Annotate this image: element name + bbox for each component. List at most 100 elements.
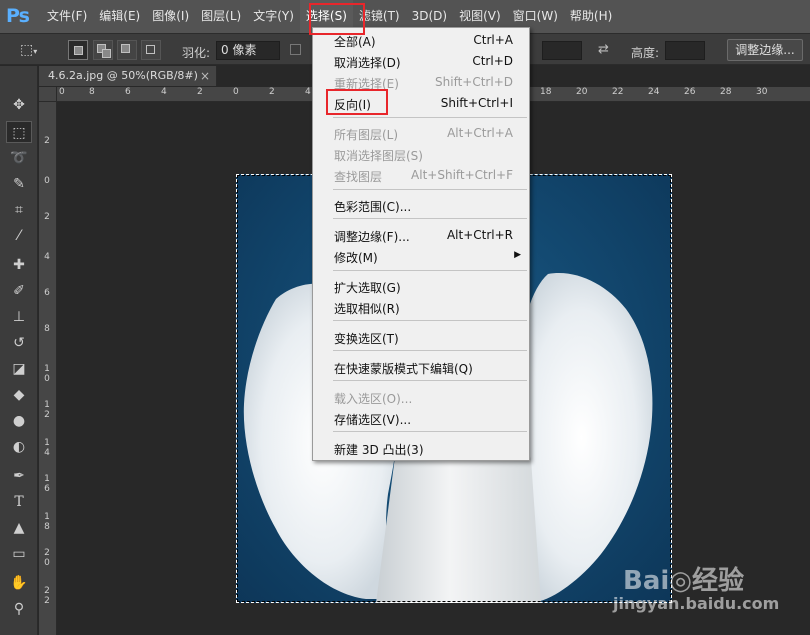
- eraser-tool-icon[interactable]: ◪: [6, 358, 32, 380]
- highlight-inverse-item: [326, 89, 388, 115]
- menu-item-refine-edge[interactable]: 调整边缘(F)... Alt+Ctrl+R: [313, 225, 529, 245]
- ruler-h-label: 6: [125, 87, 131, 97]
- toolbox: ✥ ⬚ ➰ ✎ ⌗ ⁄ ✚ ✐ ⊥ ↺ ◪ ◆ ● ◐ ✒ T ▲ ▭ ✋ ⚲: [0, 66, 38, 635]
- eyedropper-tool-icon[interactable]: ⁄: [6, 225, 32, 247]
- menu-item-all-layers[interactable]: 所有图层(L) Alt+Ctrl+A: [313, 123, 529, 143]
- ruler-v-label: 10: [44, 364, 50, 384]
- intersect-selection-button[interactable]: [141, 40, 161, 60]
- menu-help[interactable]: 帮助(H): [564, 0, 618, 33]
- zoom-tool-icon[interactable]: ⚲: [6, 598, 32, 620]
- ruler-v-label: 20: [44, 548, 50, 568]
- close-tab-icon[interactable]: ×: [200, 66, 210, 86]
- menu-separator: [333, 431, 527, 432]
- healing-brush-tool-icon[interactable]: ✚: [6, 254, 32, 276]
- lasso-tool-icon[interactable]: ➰: [6, 147, 32, 169]
- add-to-selection-button[interactable]: [93, 40, 113, 60]
- watermark-brand: Bai◎经验: [623, 566, 744, 596]
- ruler-h-label: 30: [756, 87, 768, 97]
- menu-item-modify[interactable]: 修改(M) ▶: [313, 246, 529, 266]
- menu-item-grow[interactable]: 扩大选取(G): [313, 276, 529, 296]
- ruler-h-label: 20: [576, 87, 588, 97]
- height-label: 高度:: [631, 46, 660, 60]
- menu-item-deselect-layers[interactable]: 取消选择图层(S): [313, 144, 529, 164]
- menu-item-save-selection[interactable]: 存储选区(V)...: [313, 408, 529, 428]
- ruler-h-label: 8: [89, 87, 95, 97]
- ruler-v-label: 18: [44, 512, 50, 532]
- ruler-v-label: 2: [44, 212, 50, 222]
- ruler-v-label: 4: [44, 252, 50, 262]
- move-tool-icon[interactable]: ✥: [6, 94, 32, 116]
- menu-separator: [333, 270, 527, 271]
- feather-input[interactable]: 0 像素: [216, 41, 280, 60]
- crop-tool-icon[interactable]: ⌗: [6, 199, 32, 221]
- type-tool-icon[interactable]: T: [6, 491, 32, 513]
- ruler-h-label: 4: [161, 87, 167, 97]
- brush-tool-icon[interactable]: ✐: [6, 280, 32, 302]
- intersect-selection-icon: [146, 45, 155, 54]
- dodge-tool-icon[interactable]: ◐: [6, 436, 32, 458]
- highlight-select-menu: [309, 3, 365, 35]
- menu-item-color-range[interactable]: 色彩范围(C)...: [313, 195, 529, 215]
- ruler-v-label: 6: [44, 288, 50, 298]
- ruler-h-label: 2: [197, 87, 203, 97]
- history-brush-tool-icon[interactable]: ↺: [6, 332, 32, 354]
- menu-file[interactable]: 文件(F): [41, 0, 93, 33]
- document-tab-title: 4.6.2a.jpg @ 50%(RGB/8#): [48, 69, 198, 82]
- menu-separator: [333, 117, 527, 118]
- photoshop-logo: Ps: [6, 5, 30, 27]
- menu-item-quick-mask[interactable]: 在快速蒙版模式下编辑(Q): [313, 357, 529, 377]
- anti-alias-checkbox[interactable]: [290, 44, 301, 55]
- pen-tool-icon[interactable]: ✒: [6, 465, 32, 487]
- width-input[interactable]: [542, 41, 582, 60]
- menu-item-similar[interactable]: 选取相似(R): [313, 297, 529, 317]
- ruler-origin[interactable]: [39, 87, 57, 102]
- new-selection-button[interactable]: [68, 40, 88, 60]
- ruler-v-label: 2: [44, 136, 50, 146]
- paint-bucket-tool-icon[interactable]: ◆: [6, 384, 32, 406]
- submenu-arrow-icon: ▶: [514, 250, 521, 260]
- baidu-watermark: Bai◎经验 jingyan.baidu.com: [595, 538, 805, 628]
- menu-separator: [333, 189, 527, 190]
- ruler-v-label: 12: [44, 400, 50, 420]
- menu-separator: [333, 350, 527, 351]
- menu-type[interactable]: 文字(Y): [247, 0, 300, 33]
- menu-item-transform-selection[interactable]: 变换选区(T): [313, 327, 529, 347]
- menu-separator: [333, 320, 527, 321]
- clone-stamp-tool-icon[interactable]: ⊥: [6, 306, 32, 328]
- menu-item-load-selection[interactable]: 载入选区(O)...: [313, 387, 529, 407]
- ruler-h-label: 26: [684, 87, 696, 97]
- document-tab[interactable]: 4.6.2a.jpg @ 50%(RGB/8#) ×: [39, 66, 217, 86]
- height-input[interactable]: [665, 41, 705, 60]
- ruler-h-label: 0: [233, 87, 239, 97]
- quick-selection-tool-icon[interactable]: ✎: [6, 173, 32, 195]
- marquee-preset-icon[interactable]: ⬚▾: [20, 41, 44, 59]
- refine-edge-button[interactable]: 调整边缘...: [727, 39, 803, 61]
- path-selection-tool-icon[interactable]: ▲: [6, 517, 32, 539]
- menu-item-new-3d-extrusion[interactable]: 新建 3D 凸出(3): [313, 438, 529, 458]
- ruler-v-label: 22: [44, 586, 50, 606]
- ruler-h-label: 0: [59, 87, 65, 97]
- watermark-url: jingyan.baidu.com: [613, 594, 780, 613]
- hand-tool-icon[interactable]: ✋: [6, 572, 32, 594]
- ruler-h-label: 18: [540, 87, 552, 97]
- ruler-h-label: 24: [648, 87, 660, 97]
- ruler-v-label: 8: [44, 324, 50, 334]
- add-selection-icon-2: [102, 49, 111, 58]
- rectangle-shape-tool-icon[interactable]: ▭: [6, 543, 32, 565]
- ruler-h-label: 28: [720, 87, 732, 97]
- blur-tool-icon[interactable]: ●: [6, 410, 32, 432]
- rect-marquee-tool-icon[interactable]: ⬚: [6, 121, 32, 143]
- feather-label: 羽化:: [182, 46, 211, 60]
- subtract-from-selection-button[interactable]: [117, 40, 137, 60]
- menu-image[interactable]: 图像(I): [146, 0, 195, 33]
- menu-item-find-layers[interactable]: 查找图层 Alt+Shift+Ctrl+F: [313, 165, 529, 185]
- ruler-h-label: 22: [612, 87, 624, 97]
- ruler-v-label: 14: [44, 438, 50, 458]
- ruler-h-label: 4: [305, 87, 311, 97]
- menu-edit[interactable]: 编辑(E): [93, 0, 146, 33]
- swap-dimensions-icon[interactable]: ⇄: [598, 42, 609, 60]
- menu-layer[interactable]: 图层(L): [195, 0, 247, 33]
- vertical-ruler[interactable]: 2 0 2 4 6 8 10 12 14 16 18 20 22: [39, 102, 57, 635]
- ruler-v-label: 16: [44, 474, 50, 494]
- menu-item-deselect[interactable]: 取消选择(D) Ctrl+D: [313, 51, 529, 71]
